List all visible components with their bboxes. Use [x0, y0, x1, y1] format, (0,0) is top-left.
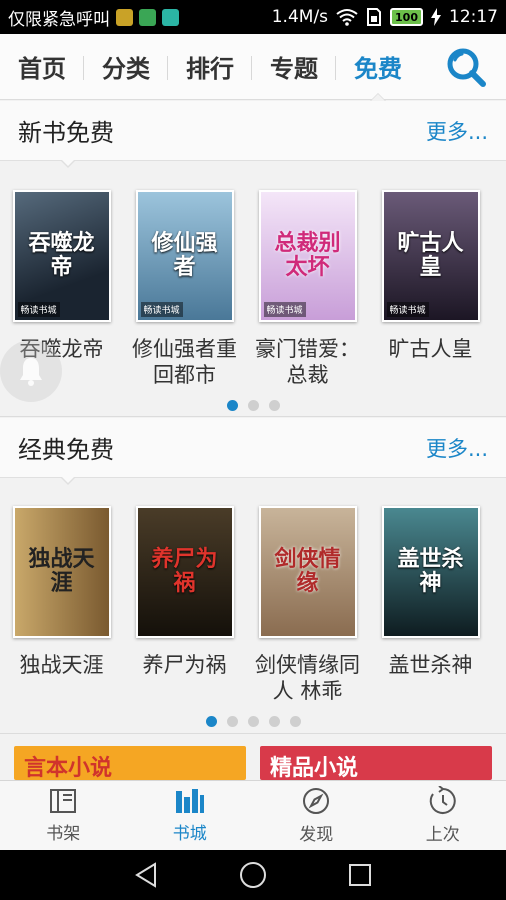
pager-dot[interactable]	[205, 716, 217, 727]
book-item[interactable]: 剑侠情缘 剑侠情缘同人 林乖	[246, 506, 369, 704]
bottom-nav-bookshelf[interactable]: 书架	[0, 781, 127, 850]
tab-category[interactable]: 分类	[84, 34, 168, 100]
book-cover[interactable]: 盖世杀神	[381, 506, 480, 638]
book-cover[interactable]: 养尸为祸	[135, 506, 234, 638]
tab-label: 首页	[18, 55, 66, 83]
book-title: 剑侠情缘同人 林乖	[255, 653, 360, 703]
section-header-new-free: 新书免费 更多...	[0, 101, 506, 168]
book-item[interactable]: 修仙强者 畅读书城 修仙强者重回都市	[123, 190, 246, 388]
book-item[interactable]: 旷古人皇 畅读书城 旷古人皇	[369, 190, 492, 388]
book-title: 豪门错爱：总裁	[255, 337, 360, 387]
tab-home[interactable]: 首页	[0, 34, 84, 100]
pager-dot[interactable]	[226, 716, 238, 727]
book-item[interactable]: 总裁别太坏 畅读书城 豪门错爱：总裁	[246, 190, 369, 388]
tab-topics[interactable]: 专题	[252, 34, 336, 100]
book-cover[interactable]: 修仙强者 畅读书城	[135, 190, 234, 322]
compass-icon	[303, 788, 330, 814]
bottom-nav-recent[interactable]: 上次	[380, 781, 506, 850]
status-bar: 仅限紧急呼叫 1.4M/s 100 12:17	[0, 0, 506, 34]
recents-icon[interactable]	[347, 862, 373, 888]
divider	[0, 733, 506, 734]
tab-label: 免费	[354, 55, 402, 83]
app-notification-icon	[139, 8, 156, 26]
nav-label: 书城	[172, 824, 207, 844]
book-item[interactable]: 养尸为祸 养尸为祸	[123, 506, 246, 704]
book-cover[interactable]: 剑侠情缘	[258, 506, 357, 638]
divider	[0, 416, 506, 417]
bottom-nav-bookstore[interactable]: 书城	[127, 781, 254, 850]
tab-label: 专题	[270, 55, 318, 83]
history-icon	[429, 786, 456, 814]
book-title: 盖世杀神	[388, 653, 473, 677]
back-icon[interactable]	[133, 861, 159, 889]
section-title: 新书免费	[18, 119, 114, 147]
bookstore-icon	[175, 789, 204, 813]
nav-label: 发现	[299, 825, 334, 845]
charging-icon	[431, 8, 441, 26]
nav-label: 书架	[46, 824, 81, 844]
tab-free[interactable]: 免费	[336, 34, 420, 101]
home-icon[interactable]	[239, 861, 267, 889]
carrier-text: 仅限紧急呼叫	[8, 9, 110, 30]
book-title: 独战天涯	[19, 653, 104, 677]
book-title: 修仙强者重回都市	[132, 337, 237, 387]
search-icon	[447, 48, 486, 87]
pager-dot[interactable]	[289, 716, 301, 727]
top-tab-bar: 首页 分类 排行 专题 免费	[0, 34, 506, 101]
app-notification-icon	[116, 8, 133, 26]
book-cover[interactable]: 吞噬龙帝 畅读书城	[12, 190, 111, 322]
pager-dot[interactable]	[226, 400, 238, 411]
more-link[interactable]: 更多...	[426, 433, 488, 463]
bottom-nav-discover[interactable]: 发现	[253, 781, 380, 850]
book-cover[interactable]: 独战天涯	[12, 506, 111, 638]
system-nav-bar	[0, 850, 506, 900]
book-cover[interactable]: 总裁别太坏 畅读书城	[258, 190, 357, 322]
promo-banner[interactable]: 言本小说	[14, 746, 246, 780]
book-item[interactable]: 独战天涯 独战天涯	[0, 506, 123, 704]
sim-icon	[367, 8, 382, 26]
book-title: 旷古人皇	[388, 337, 473, 361]
battery-indicator: 100	[390, 8, 423, 26]
bookshelf-icon	[50, 789, 77, 813]
wifi-icon	[336, 9, 358, 26]
pager-dot[interactable]	[268, 716, 280, 727]
book-row: 独战天涯 独战天涯 养尸为祸 养尸为祸 剑侠情缘 剑侠情缘同人 林乖 盖世杀神 …	[0, 506, 506, 704]
carousel-pager	[0, 400, 506, 411]
tab-label: 排行	[186, 55, 234, 83]
nav-label: 上次	[425, 825, 460, 845]
tab-ranking[interactable]: 排行	[168, 34, 252, 100]
book-cover[interactable]: 旷古人皇 畅读书城	[381, 190, 480, 322]
section-title: 经典免费	[18, 436, 114, 464]
pager-dot[interactable]	[268, 400, 280, 411]
carousel-pager	[0, 716, 506, 727]
pager-dot[interactable]	[247, 400, 259, 411]
book-title: 养尸为祸	[142, 653, 227, 677]
book-item[interactable]: 盖世杀神 盖世杀神	[369, 506, 492, 704]
bottom-nav-bar: 书架 书城 发现 上次	[0, 780, 506, 850]
tab-label: 分类	[102, 55, 150, 83]
search-button[interactable]	[426, 34, 506, 100]
notification-bell-button[interactable]	[0, 340, 62, 402]
pager-dot[interactable]	[247, 716, 259, 727]
section-header-classic-free: 经典免费 更多...	[0, 418, 506, 485]
app-notification-icon	[162, 8, 179, 26]
network-speed: 1.4M/s	[271, 7, 329, 27]
promo-banner[interactable]: 精品小说	[260, 746, 492, 780]
book-row: 吞噬龙帝 畅读书城 吞噬龙帝 修仙强者 畅读书城 修仙强者重回都市 总裁别太坏 畅读书…	[0, 190, 506, 388]
bell-icon	[20, 358, 42, 386]
more-link[interactable]: 更多...	[426, 116, 488, 146]
clock: 12:17	[449, 7, 498, 27]
